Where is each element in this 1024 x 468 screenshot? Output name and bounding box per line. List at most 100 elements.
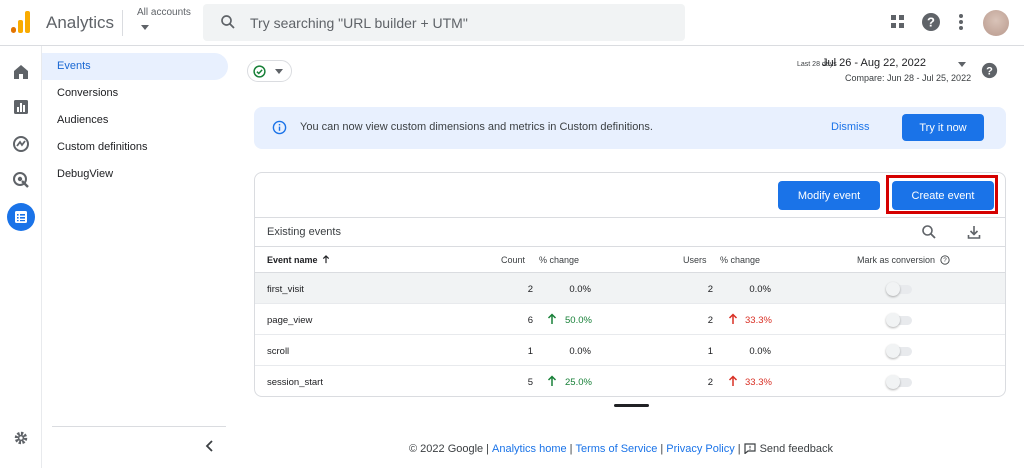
users-cell: 1: [707, 346, 713, 357]
collapse-chevron-left-icon[interactable]: [202, 438, 218, 454]
nav-item-conversions[interactable]: Conversions: [42, 80, 228, 107]
compare-range: Compare: Jun 28 - Jul 25, 2022: [845, 73, 972, 83]
try-it-now-button[interactable]: Try it now: [902, 114, 984, 141]
column-header-event-name[interactable]: Event name: [267, 255, 330, 265]
configure-sub-nav: Events Conversions Audiences Custom defi…: [42, 46, 242, 468]
column-header-count[interactable]: Count: [501, 255, 525, 265]
dismiss-link[interactable]: Dismiss: [831, 121, 870, 133]
svg-text:?: ?: [943, 257, 947, 264]
advertising-icon[interactable]: [11, 170, 31, 190]
highlight-box: [886, 175, 998, 214]
svg-text:?: ?: [927, 15, 935, 30]
event-name-cell[interactable]: scroll: [267, 346, 289, 357]
analytics-home-link[interactable]: Analytics home: [492, 443, 567, 455]
count-change-cell: 25.0%: [565, 377, 592, 388]
send-feedback-link[interactable]: Send feedback: [743, 443, 833, 455]
mark-conversion-toggle[interactable]: [886, 375, 914, 389]
table-row[interactable]: session_start 5 25.0% 2 33.3%: [255, 366, 1005, 396]
left-rail: [0, 46, 42, 468]
column-header-users-change[interactable]: % change: [720, 255, 760, 265]
date-dropdown-caret-icon[interactable]: [958, 62, 966, 67]
search-icon[interactable]: [921, 224, 937, 240]
event-name-cell[interactable]: page_view: [267, 315, 312, 326]
column-header-users[interactable]: Users: [683, 255, 707, 265]
toggle-knob: [886, 375, 900, 389]
horizontal-scrollbar[interactable]: [614, 404, 649, 407]
terms-of-service-link[interactable]: Terms of Service: [575, 443, 657, 455]
apps-grid-icon[interactable]: [888, 12, 908, 32]
account-caret-icon[interactable]: [141, 25, 149, 30]
trend-up-arrow-icon: [728, 313, 738, 324]
toggle-knob: [886, 344, 900, 358]
search-input[interactable]: [250, 4, 670, 41]
users-cell: 2: [707, 377, 713, 388]
count-change-cell: 50.0%: [565, 315, 592, 326]
mark-conversion-toggle[interactable]: [886, 282, 914, 296]
search-bar[interactable]: [203, 4, 685, 41]
mark-conversion-toggle[interactable]: [886, 344, 914, 358]
toggle-knob: [886, 282, 900, 296]
help-icon[interactable]: ?: [981, 62, 998, 79]
info-banner: You can now view custom dimensions and m…: [254, 107, 1006, 149]
nav-item-events[interactable]: Events: [42, 53, 228, 80]
avatar[interactable]: [983, 10, 1009, 36]
users-change-cell: 33.3%: [745, 377, 772, 388]
column-label: Event name: [267, 255, 318, 265]
modify-event-button[interactable]: Modify event: [778, 181, 880, 210]
trend-up-arrow-icon: [728, 375, 738, 386]
divider: [122, 10, 123, 36]
count-cell: 2: [527, 284, 533, 295]
info-icon: [272, 120, 287, 135]
banner-message: You can now view custom dimensions and m…: [300, 121, 653, 133]
help-outline-icon[interactable]: ?: [939, 255, 950, 265]
analytics-logo-icon[interactable]: [10, 11, 32, 33]
users-cell: 2: [707, 284, 713, 295]
table-row[interactable]: page_view 6 50.0% 2 33.3%: [255, 304, 1005, 335]
configure-nav-button[interactable]: [7, 203, 35, 231]
home-icon[interactable]: [11, 62, 31, 82]
trend-up-arrow-icon: [547, 313, 557, 324]
date-range-selector[interactable]: Jul 26 - Aug 22, 2022: [822, 57, 926, 69]
column-header-count-change[interactable]: % change: [539, 255, 579, 265]
toggle-knob: [886, 313, 900, 327]
chevron-down-icon: [275, 69, 283, 74]
search-icon: [221, 15, 235, 29]
download-icon[interactable]: [966, 224, 982, 240]
check-circle-icon: [253, 65, 266, 78]
users-change-cell: 0.0%: [749, 346, 771, 357]
users-change-cell: 0.0%: [749, 284, 771, 295]
svg-text:?: ?: [986, 65, 993, 77]
data-quality-status-dropdown[interactable]: [247, 60, 292, 82]
column-header-mark-conversion: Mark as conversion ?: [857, 255, 950, 265]
users-change-cell: 33.3%: [745, 315, 772, 326]
table-row[interactable]: first_visit 2 0.0% 2 0.0%: [255, 273, 1005, 304]
nav-item-audiences[interactable]: Audiences: [42, 107, 228, 134]
count-change-cell: 0.0%: [569, 284, 591, 295]
table-header: Event name Count % change Users % change…: [255, 247, 1005, 273]
brand-name: Analytics: [46, 13, 115, 32]
nav-item-custom-definitions[interactable]: Custom definitions: [42, 134, 228, 161]
count-cell: 1: [527, 346, 533, 357]
help-icon[interactable]: ?: [921, 12, 941, 32]
count-cell: 5: [527, 377, 533, 388]
nav-item-debugview[interactable]: DebugView: [42, 161, 228, 188]
more-vert-icon[interactable]: [951, 12, 971, 32]
mark-conversion-toggle[interactable]: [886, 313, 914, 327]
trend-up-arrow-icon: [547, 375, 557, 386]
divider: [52, 426, 226, 427]
explore-icon[interactable]: [11, 134, 31, 154]
column-label: Mark as conversion: [857, 255, 936, 265]
table-row[interactable]: scroll 1 0.0% 1 0.0%: [255, 335, 1005, 366]
admin-gear-icon[interactable]: [11, 428, 31, 448]
section-title: Existing events: [267, 226, 341, 238]
event-name-cell[interactable]: session_start: [267, 377, 323, 388]
users-cell: 2: [707, 315, 713, 326]
existing-events-header: Existing events: [255, 217, 1005, 247]
privacy-policy-link[interactable]: Privacy Policy: [666, 443, 734, 455]
sort-arrow-up-icon: [322, 255, 330, 264]
event-name-cell[interactable]: first_visit: [267, 284, 304, 295]
top-bar: Analytics All accounts ?: [0, 0, 1024, 46]
reports-icon[interactable]: [11, 97, 31, 117]
count-cell: 6: [527, 315, 533, 326]
account-selector-label[interactable]: All accounts: [137, 7, 191, 18]
